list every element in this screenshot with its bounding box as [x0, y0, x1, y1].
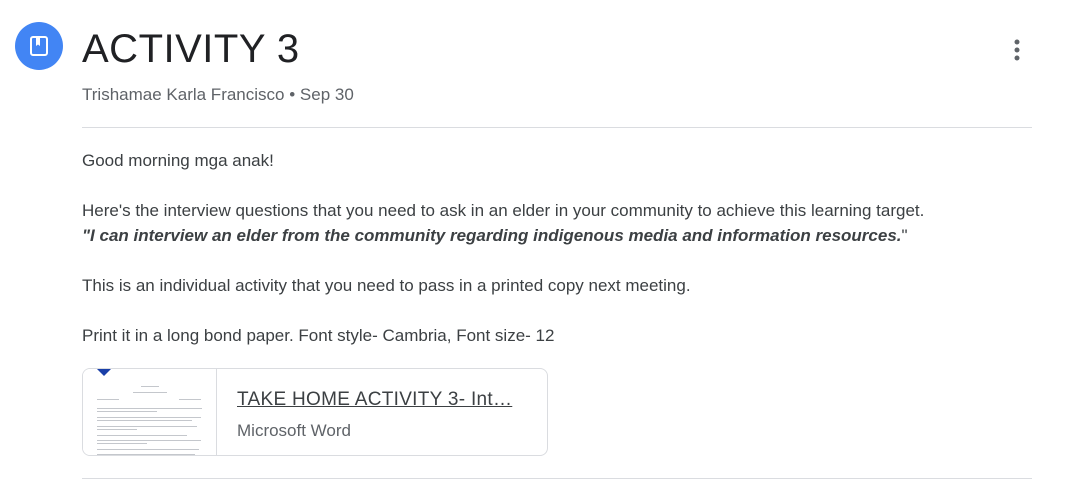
doc-marker-icon — [97, 369, 111, 376]
author-name: Trishamae Karla Francisco — [82, 85, 285, 104]
intro-text: Here's the interview questions that you … — [82, 201, 925, 220]
greeting-text: Good morning mga anak! — [82, 151, 274, 170]
assignment-bookmark-icon — [15, 22, 63, 70]
post-meta: Trishamae Karla Francisco • Sep 30 — [82, 84, 354, 106]
header-divider — [82, 127, 1032, 128]
meta-separator: • — [289, 85, 296, 104]
learning-target: "I can interview an elder from the commu… — [82, 223, 1022, 248]
attachment-title[interactable]: TAKE HOME ACTIVITY 3- Int… — [237, 387, 512, 413]
attachment-info: TAKE HOME ACTIVITY 3- Int… Microsoft Wor… — [217, 369, 512, 455]
attachment-type: Microsoft Word — [237, 421, 351, 440]
learning-target-text: "I can interview an elder from the commu… — [82, 226, 902, 245]
post-date: Sep 30 — [299, 85, 354, 104]
post-body: Good morning mga anak! Here's the interv… — [82, 148, 1022, 348]
learning-target-close-quote: " — [901, 226, 908, 245]
footer-divider — [82, 478, 1032, 479]
more-vert-icon[interactable] — [1000, 33, 1034, 67]
document-thumbnail — [83, 369, 217, 455]
instructions-text: This is an individual activity that you … — [82, 276, 691, 295]
attachment-card[interactable]: TAKE HOME ACTIVITY 3- Int… Microsoft Wor… — [82, 368, 548, 456]
format-text: Print it in a long bond paper. Font styl… — [82, 326, 555, 345]
post-title: ACTIVITY 3 — [82, 27, 300, 71]
